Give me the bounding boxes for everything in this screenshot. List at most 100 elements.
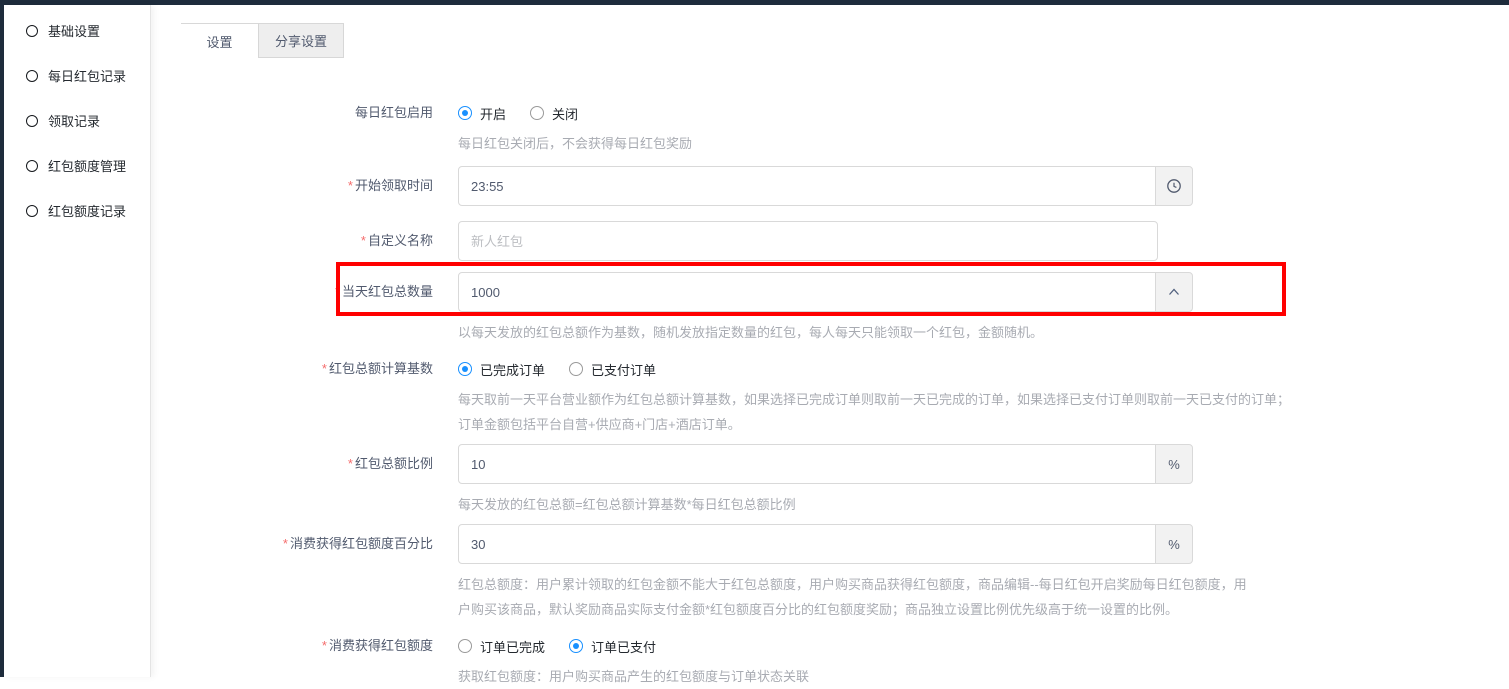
- field-label-text: 消费获得红包额度百分比: [290, 536, 433, 551]
- field-label: *自定义名称: [181, 221, 458, 261]
- form-row-quota-status: *消费获得红包额度订单已完成订单已支付获取红包额度：用户购买商品产生的红包额度与…: [181, 636, 1509, 689]
- field-label: *开始领取时间: [181, 166, 458, 206]
- total-base-radio-group: 已完成订单 已支付订单: [458, 359, 1509, 379]
- field-label: *消费获得红包额度百分比: [181, 524, 458, 622]
- help-text-line: 每天取前一天平台营业额作为红包总额计算基数，如果选择已完成订单则取前一天已完成的…: [458, 387, 1509, 412]
- circle-icon: [26, 25, 38, 37]
- daily-count-input[interactable]: [458, 272, 1156, 312]
- radio-option-quota-status-1[interactable]: 订单已支付: [569, 637, 656, 656]
- form-row-daily-count: *当天红包总数量以每天发放的红包总额作为基数，随机发放指定数量的红包，每人每天只…: [181, 272, 1509, 345]
- form-row-custom-name: *自定义名称: [181, 221, 1509, 261]
- daily-count-input-group: [458, 272, 1509, 312]
- sidebar-item-label: 红包额度管理: [48, 156, 126, 175]
- field-control: 开启 关闭每日红包关闭后，不会获得每日红包奖励: [458, 103, 1509, 156]
- field-label-text: 每日红包启用: [355, 105, 433, 120]
- radio-label: 订单已完成: [480, 637, 545, 656]
- tab-bar: 设置分享设置: [181, 23, 344, 58]
- sidebar-item-claim-records[interactable]: 领取记录: [4, 98, 150, 143]
- custom-name-input[interactable]: [458, 221, 1158, 261]
- sidebar-item-redpacket-quota-records[interactable]: 红包额度记录: [4, 188, 150, 233]
- sidebar-item-label: 每日红包记录: [48, 66, 126, 85]
- help-text: 红包总额度：用户累计领取的红包金额不能大于红包总额度，用户购买商品获得红包额度，…: [458, 572, 1509, 622]
- radio-option-total-base-1[interactable]: 已支付订单: [569, 360, 656, 379]
- radio-icon: [458, 106, 472, 120]
- help-text: 每天发放的红包总额=红包总额计算基数*每日红包总额比例: [458, 492, 1509, 517]
- arrow-up-icon: [1166, 284, 1182, 300]
- radio-label: 订单已支付: [591, 637, 656, 656]
- required-asterisk: *: [322, 638, 327, 653]
- stepper-up-button[interactable]: [1155, 272, 1193, 312]
- clock-icon: [1166, 178, 1182, 194]
- circle-icon: [26, 115, 38, 127]
- quota-percent-input-group: %: [458, 524, 1509, 564]
- custom-name-input-group: [458, 221, 1509, 261]
- required-asterisk: *: [283, 536, 288, 551]
- sidebar-item-daily-redpacket-records[interactable]: 每日红包记录: [4, 53, 150, 98]
- radio-icon: [569, 639, 583, 653]
- radio-label: 已完成订单: [480, 360, 545, 379]
- field-control: 订单已完成订单已支付获取红包额度：用户购买商品产生的红包额度与订单状态关联: [458, 636, 1509, 689]
- quota-status-radio-group: 订单已完成 订单已支付: [458, 636, 1509, 656]
- field-label: *当天红包总数量: [181, 272, 458, 345]
- form-row-total-ratio: *红包总额比例% 每天发放的红包总额=红包总额计算基数*每日红包总额比例: [181, 444, 1509, 517]
- help-text: 以每天发放的红包总额作为基数，随机发放指定数量的红包，每人每天只能领取一个红包，…: [458, 320, 1509, 345]
- field-control: 已完成订单 已支付订单每天取前一天平台营业额作为红包总额计算基数，如果选择已完成订…: [458, 359, 1509, 437]
- radio-option-total-base-0[interactable]: 已完成订单: [458, 360, 545, 379]
- radio-icon: [458, 362, 472, 376]
- radio-icon: [458, 639, 472, 653]
- form-row-quota-percent: *消费获得红包额度百分比% 红包总额度：用户累计领取的红包金额不能大于红包总额度，…: [181, 524, 1509, 622]
- help-text-line: 红包总额度：用户累计领取的红包金额不能大于红包总额度，用户购买商品获得红包额度，…: [458, 572, 1509, 597]
- radio-option-quota-status-0[interactable]: 订单已完成: [458, 637, 545, 656]
- field-label-text: 开始领取时间: [355, 178, 433, 193]
- help-text-line: 户购买该商品，默认奖励商品实际支付金额*红包额度百分比的红包额度奖励；商品独立设…: [458, 597, 1509, 622]
- radio-option-daily-enable-1[interactable]: 关闭: [530, 104, 578, 123]
- total-ratio-input-group: %: [458, 444, 1509, 484]
- required-asterisk: *: [335, 284, 340, 299]
- help-text-line: 以每天发放的红包总额作为基数，随机发放指定数量的红包，每人每天只能领取一个红包，…: [458, 320, 1509, 345]
- help-text: 每天取前一天平台营业额作为红包总额计算基数，如果选择已完成订单则取前一天已完成的…: [458, 387, 1509, 437]
- help-text-line: 每天发放的红包总额=红包总额计算基数*每日红包总额比例: [458, 492, 1509, 517]
- quota-percent-input[interactable]: [458, 524, 1156, 564]
- radio-icon: [569, 362, 583, 376]
- circle-icon: [26, 205, 38, 217]
- field-label-text: 消费获得红包额度: [329, 638, 433, 653]
- tab-settings[interactable]: 设置: [181, 24, 258, 58]
- settings-form: 每日红包启用开启关闭每日红包关闭后，不会获得每日红包奖励*开始领取时间*自定义名…: [181, 103, 1509, 689]
- field-label: 每日红包启用: [181, 103, 458, 156]
- circle-icon: [26, 160, 38, 172]
- time-picker-button[interactable]: [1155, 166, 1193, 206]
- percent-suffix: %: [1155, 524, 1193, 564]
- radio-label: 已支付订单: [591, 360, 656, 379]
- field-control: 以每天发放的红包总额作为基数，随机发放指定数量的红包，每人每天只能领取一个红包，…: [458, 272, 1509, 345]
- sidebar-item-label: 红包额度记录: [48, 201, 126, 220]
- form-row-daily-enable: 每日红包启用 开启 关闭每日红包关闭后，不会获得每日红包奖励: [181, 103, 1509, 156]
- help-text-line: 订单金额包括平台自营+供应商+门店+酒店订单。: [458, 412, 1509, 437]
- field-control: [458, 166, 1509, 206]
- total-ratio-input[interactable]: [458, 444, 1156, 484]
- sidebar-item-label: 基础设置: [48, 21, 100, 40]
- daily-enable-radio-group: 开启 关闭: [458, 103, 1509, 123]
- field-label: *红包总额计算基数: [181, 359, 458, 437]
- start-time-input[interactable]: [458, 166, 1156, 206]
- field-control: % 每天发放的红包总额=红包总额计算基数*每日红包总额比例: [458, 444, 1509, 517]
- help-text: 每日红包关闭后，不会获得每日红包奖励: [458, 131, 1509, 156]
- required-asterisk: *: [361, 233, 366, 248]
- radio-icon: [530, 106, 544, 120]
- sidebar-item-label: 领取记录: [48, 111, 100, 130]
- field-label-text: 自定义名称: [368, 233, 433, 248]
- field-label: *消费获得红包额度: [181, 636, 458, 689]
- field-label-text: 当天红包总数量: [342, 284, 433, 299]
- percent-suffix: %: [1155, 444, 1193, 484]
- field-label: *红包总额比例: [181, 444, 458, 517]
- field-control: [458, 221, 1509, 261]
- field-control: % 红包总额度：用户累计领取的红包金额不能大于红包总额度，用户购买商品获得红包额度…: [458, 524, 1509, 622]
- required-asterisk: *: [348, 456, 353, 471]
- tab-share-settings[interactable]: 分享设置: [258, 24, 344, 58]
- field-label-text: 红包总额比例: [355, 456, 433, 471]
- sidebar-item-redpacket-quota-management[interactable]: 红包额度管理: [4, 143, 150, 188]
- form-row-start-time: *开始领取时间: [181, 166, 1509, 206]
- required-asterisk: *: [322, 361, 327, 376]
- sidebar-item-basic-settings[interactable]: 基础设置: [4, 8, 150, 53]
- app-layout: 基础设置每日红包记录领取记录红包额度管理红包额度记录 设置分享设置 每日红包启用…: [0, 5, 1509, 677]
- radio-option-daily-enable-0[interactable]: 开启: [458, 104, 506, 123]
